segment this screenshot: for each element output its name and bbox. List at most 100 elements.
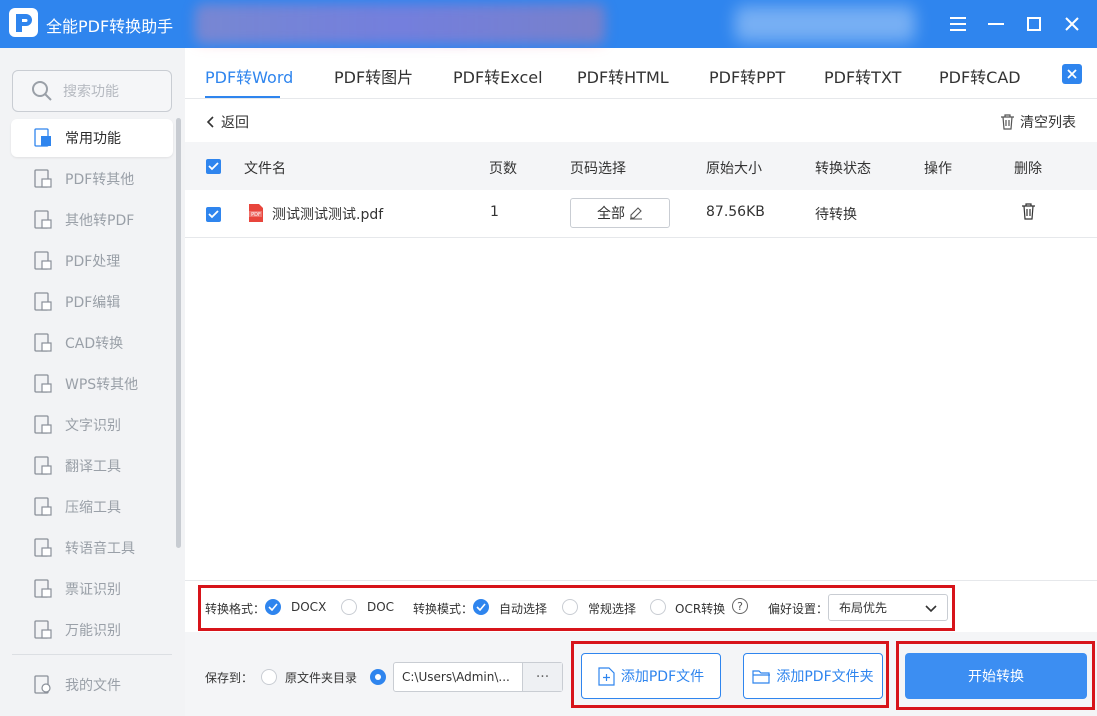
minimize-button[interactable]	[982, 10, 1010, 38]
page-select-button[interactable]: 全部	[570, 198, 670, 228]
search-icon	[32, 81, 52, 101]
sidebar-item-label: PDF处理	[65, 254, 121, 270]
header-pages: 页数	[489, 161, 517, 177]
save-path-field[interactable]: C:\Users\Admin\... ···	[393, 662, 563, 692]
sidebar-item-7[interactable]: 文字识别	[11, 406, 173, 444]
source-dir-radio[interactable]	[261, 669, 277, 685]
text-recognition-icon	[34, 415, 52, 434]
options-highlight-box	[198, 585, 955, 631]
header-size: 原始大小	[706, 161, 762, 177]
tab-bar: PDF转Word PDF转图片 PDF转Excel PDF转HTML PDF转P…	[185, 48, 1097, 99]
sidebar-scrollbar[interactable]	[176, 118, 181, 548]
table-row: PDF 测试测试测试.pdf 1 全部 87.56KB 待转换	[185, 190, 1097, 238]
select-all-checkbox[interactable]	[206, 159, 221, 174]
file-pages: 1	[490, 204, 499, 220]
tab-pdf-to-image[interactable]: PDF转图片	[334, 64, 413, 88]
app-title: 全能PDF转换助手	[46, 17, 174, 36]
trash-icon	[1001, 114, 1014, 130]
clear-list-label: 清空列表	[1020, 115, 1076, 131]
tab-pdf-to-word[interactable]: PDF转Word	[205, 64, 293, 88]
custom-dir-radio[interactable]	[370, 669, 386, 685]
back-button[interactable]: 返回	[205, 112, 249, 132]
close-button[interactable]	[1058, 10, 1086, 38]
header-status: 转换状态	[815, 161, 871, 177]
row-checkbox[interactable]	[206, 207, 221, 222]
chevron-left-icon	[206, 116, 214, 128]
sidebar-item-label: 其他转PDF	[65, 213, 135, 229]
sidebar-item-label: 转语音工具	[65, 541, 135, 557]
blurred-banner	[195, 4, 605, 44]
header-delete: 删除	[1014, 161, 1042, 177]
maximize-button[interactable]	[1020, 10, 1048, 38]
blurred-banner-2	[735, 6, 915, 42]
start-button-highlight-box	[896, 641, 1095, 710]
translate-icon	[34, 456, 52, 475]
sidebar-item-my-files[interactable]: 我的文件	[11, 666, 173, 704]
header-page-select: 页码选择	[570, 161, 626, 177]
table-header: 文件名 页数 页码选择 原始大小 转换状态 操作 删除	[185, 142, 1097, 190]
sidebar-item-11[interactable]: 票证识别	[11, 570, 173, 608]
cad-icon	[34, 333, 52, 352]
ticket-icon	[34, 579, 52, 598]
sidebar-item-label: 压缩工具	[65, 500, 121, 516]
camera-icon	[34, 620, 52, 639]
sidebar-item-8[interactable]: 翻译工具	[11, 447, 173, 485]
wps-icon	[34, 374, 52, 393]
delete-icon[interactable]	[1021, 203, 1036, 220]
active-tab-indicator	[205, 96, 280, 98]
my-files-icon	[34, 675, 51, 694]
sidebar-item-9[interactable]: 压缩工具	[11, 488, 173, 526]
sidebar-item-label: 万能识别	[65, 623, 121, 639]
tab-pdf-to-ppt[interactable]: PDF转PPT	[709, 64, 785, 88]
edit-icon	[630, 207, 642, 220]
add-buttons-highlight-box	[571, 641, 889, 708]
sidebar-item-label: 文字识别	[65, 418, 121, 434]
sidebar-item-12[interactable]: 万能识别	[11, 611, 173, 649]
file-name: 测试测试测试.pdf	[272, 207, 384, 223]
pdf-export-icon	[34, 169, 52, 188]
clear-list-button[interactable]: 清空列表	[1000, 112, 1076, 132]
file-size: 87.56KB	[706, 204, 765, 220]
sidebar-item-label: PDF编辑	[65, 295, 121, 311]
sidebar-item-0[interactable]: 常用功能	[11, 119, 173, 157]
sidebar-item-label: CAD转换	[65, 336, 124, 352]
sidebar-item-5[interactable]: CAD转换	[11, 324, 173, 362]
source-dir-label: 原文件夹目录	[285, 671, 358, 685]
sidebar-item-3[interactable]: PDF处理	[11, 242, 173, 280]
browse-button[interactable]: ···	[522, 663, 562, 691]
tab-pdf-to-html[interactable]: PDF转HTML	[577, 64, 669, 88]
tab-pdf-to-cad[interactable]: PDF转CAD	[939, 64, 1021, 88]
sidebar: 搜索功能 常用功能 PDF转其他 其他转PDF PDF处理 PDF编辑 CAD转换 WPS转…	[0, 48, 185, 716]
sidebar-item-label: 票证识别	[65, 582, 121, 598]
title-bar: 全能PDF转换助手	[0, 0, 1097, 48]
sidebar-item-1[interactable]: PDF转其他	[11, 160, 173, 198]
pdf-file-icon: PDF	[247, 204, 263, 222]
search-input[interactable]: 搜索功能	[12, 70, 172, 112]
sidebar-item-4[interactable]: PDF编辑	[11, 283, 173, 321]
sidebar-divider	[12, 654, 172, 655]
svg-text:PDF: PDF	[251, 212, 261, 218]
sidebar-item-label: PDF转其他	[65, 172, 135, 188]
page-select-label: 全部	[597, 206, 625, 222]
close-panel-button[interactable]	[1062, 64, 1082, 84]
tab-pdf-to-txt[interactable]: PDF转TXT	[824, 64, 901, 88]
app-logo-icon	[9, 8, 38, 37]
header-action: 操作	[924, 161, 952, 177]
pdf-process-icon	[34, 251, 52, 270]
search-placeholder: 搜索功能	[63, 84, 119, 100]
menu-icon[interactable]	[944, 10, 972, 38]
header-filename: 文件名	[244, 161, 286, 177]
sidebar-item-10[interactable]: 转语音工具	[11, 529, 173, 567]
sidebar-item-6[interactable]: WPS转其他	[11, 365, 173, 403]
file-status: 待转换	[815, 207, 857, 223]
sidebar-item-label: 翻译工具	[65, 459, 121, 475]
tab-pdf-to-excel[interactable]: PDF转Excel	[453, 64, 543, 88]
pdf-import-icon	[34, 210, 52, 229]
compress-icon	[34, 497, 52, 516]
speech-icon	[34, 538, 52, 557]
star-doc-icon	[34, 128, 51, 147]
sidebar-item-2[interactable]: 其他转PDF	[11, 201, 173, 239]
back-label: 返回	[221, 115, 249, 131]
sidebar-item-label: 常用功能	[65, 131, 121, 147]
my-files-label: 我的文件	[65, 678, 121, 694]
